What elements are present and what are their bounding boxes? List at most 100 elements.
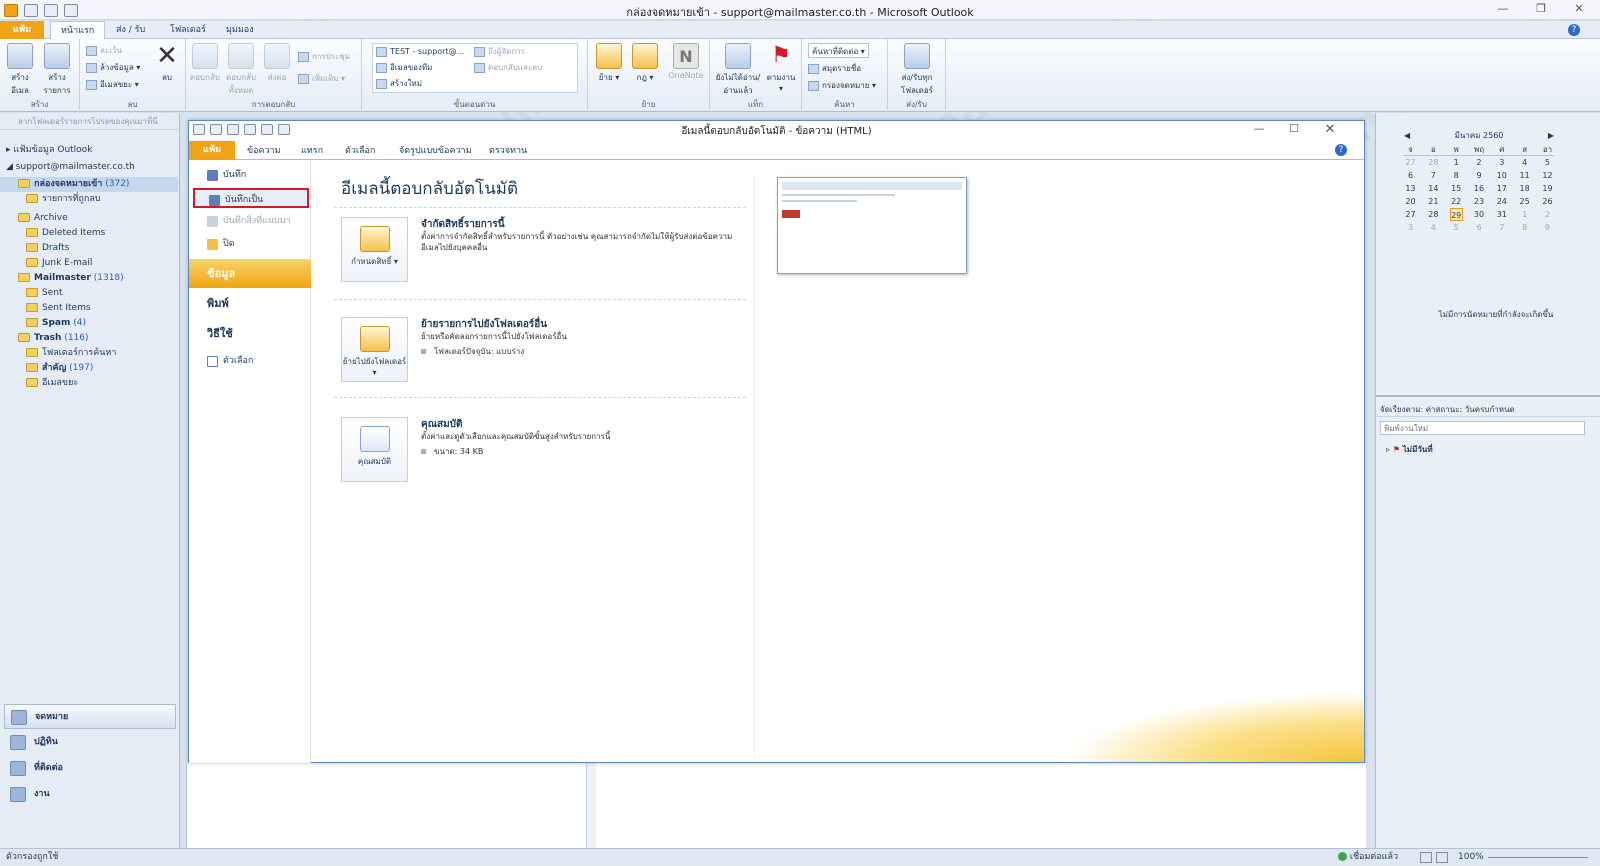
meeting-button[interactable]: การประชุม [298, 49, 350, 64]
more-button[interactable]: เพิ่มเติม ▾ [298, 71, 345, 86]
folder-important[interactable]: สำคัญ (197) [0, 361, 178, 376]
nav-contacts-button[interactable]: ที่ติดต่อ [4, 756, 176, 781]
folder-search-folders[interactable]: โฟลเดอร์การค้นหา [0, 346, 178, 361]
separator [334, 397, 746, 398]
ignore-button[interactable]: ละเว้น [86, 43, 122, 58]
zoom-slider[interactable] [1488, 857, 1588, 858]
folder-mailmaster[interactable]: Mailmaster (1318) [0, 271, 178, 286]
help-icon[interactable]: ? [1568, 24, 1580, 36]
backstage-save-as[interactable]: บันทึกเป็น [193, 188, 309, 208]
nav-mail-button[interactable]: จดหมาย [4, 704, 176, 729]
todo-splitter[interactable] [1376, 395, 1600, 397]
tab-folder[interactable]: โฟลเดอร์ [160, 21, 216, 39]
new-email-button[interactable]: สร้างอีเมล [3, 43, 37, 97]
mail-icon [11, 710, 27, 725]
scrollbar[interactable] [586, 763, 596, 848]
new-items-button[interactable]: สร้างรายการ [40, 43, 74, 97]
backstage-save-attachments[interactable]: บันทึกสิ่งที่แนบมา [193, 211, 309, 231]
nav-tasks-button[interactable]: งาน [4, 782, 176, 807]
quickstep-reply-delete[interactable]: ตอบกลับและลบ [474, 60, 542, 75]
backstage-options[interactable]: ตัวเลือก [193, 351, 309, 371]
maximize-button[interactable]: ❐ [1528, 2, 1554, 18]
rules-button[interactable]: กฎ ▾ [628, 43, 662, 84]
calendar-week[interactable]: 20 21 22 23 24 25 26 [1404, 195, 1554, 208]
folder-sent-items[interactable]: Sent Items [0, 301, 178, 316]
close-button[interactable]: ✕ [1566, 2, 1592, 18]
next-month-icon[interactable]: ▶ [1548, 129, 1554, 143]
folder-sent[interactable]: Sent [0, 286, 178, 301]
calendar-week[interactable]: 13 14 15 16 17 18 19 [1404, 182, 1554, 195]
forward-button[interactable]: ส่งต่อ [260, 43, 294, 84]
message-tab-message[interactable]: ข้อความ [237, 143, 291, 159]
permission-button[interactable]: กำหนดสิทธิ์ ▾ [341, 217, 408, 282]
quickstep-team-email[interactable]: อีเมลของทีม [376, 60, 432, 75]
message-tab-file[interactable]: แฟ้ม [189, 141, 235, 160]
backstage-save[interactable]: บันทึก [193, 165, 309, 185]
tab-file[interactable]: แฟ้ม [0, 21, 44, 39]
tab-view[interactable]: มุมมอง [216, 21, 264, 39]
send-receive-all-button[interactable]: ส่ง/รับทุกโฟลเดอร์ [894, 43, 940, 97]
task-arrange-header[interactable]: จัดเรียงตาม: ค่าสถานะ: วันครบกำหนด [1376, 403, 1600, 417]
minimize-button[interactable]: — [1490, 2, 1516, 18]
message-maximize-button[interactable]: ☐ [1281, 122, 1307, 138]
folder-junk-email[interactable]: Junk E-mail [0, 256, 178, 271]
message-close-button[interactable]: ✕ [1317, 122, 1343, 138]
properties-button[interactable]: คุณสมบัติ [341, 417, 408, 482]
message-tab-review[interactable]: ตรวจทาน [479, 143, 537, 159]
calendar-week[interactable]: 27 28 29 30 31 1 2 [1404, 208, 1554, 221]
cleanup-button[interactable]: ล้างข้อมูล ▾ [86, 60, 140, 75]
calendar-week[interactable]: 6 7 8 9 10 11 12 [1404, 169, 1554, 182]
folder-deleted-th[interactable]: รายการที่ถูกลบ [0, 192, 178, 207]
folder-inbox[interactable]: กล่องจดหมายเข้า (372) [0, 177, 178, 192]
thumb-ribbon [782, 182, 962, 190]
quickstep-to-manager[interactable]: ถึงผู้จัดการ [474, 44, 525, 59]
tab-home[interactable]: หน้าแรก [50, 21, 106, 40]
reply-button[interactable]: ตอบกลับ [188, 43, 222, 84]
address-book-button[interactable]: สมุดรายชื่อ [808, 61, 861, 76]
message-tab-insert[interactable]: แทรก [291, 143, 333, 159]
calendar-week[interactable]: 27 28 1 2 3 4 5 [1404, 156, 1554, 169]
normal-view-icon[interactable] [1420, 852, 1432, 863]
backstage-close[interactable]: ปิด [193, 234, 309, 254]
backstage-tab-info[interactable]: ข้อมูล [189, 259, 311, 288]
quickstep-create-new[interactable]: สร้างใหม่ [376, 76, 422, 91]
message-help-icon[interactable]: ? [1335, 144, 1347, 156]
folder-spam[interactable]: Spam (4) [0, 316, 178, 331]
reply-all-button[interactable]: ตอบกลับทั้งหมด [224, 43, 258, 97]
data-file-node[interactable]: ▸ แฟ้มข้อมูล Outlook [0, 143, 178, 158]
backstage-tab-help[interactable]: วิธีใช้ [189, 319, 311, 348]
follow-up-button[interactable]: ⚑ ตามงาน ▾ [764, 43, 798, 93]
message-tab-options[interactable]: ตัวเลือก [335, 143, 385, 159]
nav-calendar-button[interactable]: ปฏิทิน [4, 730, 176, 755]
folder-drafts[interactable]: Drafts [0, 241, 178, 256]
flag-icon: ⚑ [771, 43, 791, 68]
message-minimize-button[interactable]: — [1246, 122, 1272, 138]
onenote-button[interactable]: N OneNote [666, 43, 706, 80]
unread-read-button[interactable]: ยังไม่ได้อ่าน/อ่านแล้ว [714, 43, 762, 97]
delete-button[interactable]: ✕ ลบ [150, 43, 184, 84]
tab-send-receive[interactable]: ส่ง / รับ [106, 21, 155, 39]
new-task-input[interactable] [1380, 421, 1585, 435]
find-contact-box[interactable]: ค้นหาที่ติดต่อ ▾ [808, 43, 869, 58]
reading-view-icon[interactable] [1436, 852, 1448, 863]
folder-trash[interactable]: Trash (116) [0, 331, 178, 346]
group-move: ย้าย ▾ กฎ ▾ N OneNote ย้าย [588, 39, 710, 112]
permission-icon [359, 226, 390, 252]
account-node[interactable]: ◢ support@mailmaster.co.th [0, 160, 178, 175]
prev-month-icon[interactable]: ◀ [1404, 129, 1410, 143]
quickstep-test[interactable]: TEST - support@... [376, 44, 464, 59]
folder-junk-th[interactable]: อีเมลขยะ [0, 376, 178, 391]
folder-deleted-items[interactable]: Deleted Items [0, 226, 178, 241]
folder-archive[interactable]: Archive [0, 211, 178, 226]
message-tab-format-text[interactable]: จัดรูปแบบข้อความ [389, 143, 482, 159]
move-button[interactable]: ย้าย ▾ [592, 43, 626, 84]
filter-email-button[interactable]: กรองจดหมาย ▾ [808, 78, 876, 93]
status-bar: ตัวกรองถูกใช้ เชื่อมต่อแล้ว 100% [0, 848, 1600, 866]
no-appointments-text: ไม่มีการนัดหมายที่กำลังจะเกิดขึ้น [1438, 310, 1554, 319]
calendar-week[interactable]: 3456789 [1404, 221, 1554, 234]
move-to-folder-button[interactable]: ย้ายไปยังโฟลเดอร์ ▾ [341, 317, 408, 382]
folder-icon [26, 243, 38, 252]
task-group-no-date[interactable]: ▹ ⚑ ไม่มีวันที่ [1386, 443, 1433, 456]
backstage-tab-print[interactable]: พิมพ์ [189, 289, 311, 318]
junk-button[interactable]: อีเมลขยะ ▾ [86, 77, 139, 92]
